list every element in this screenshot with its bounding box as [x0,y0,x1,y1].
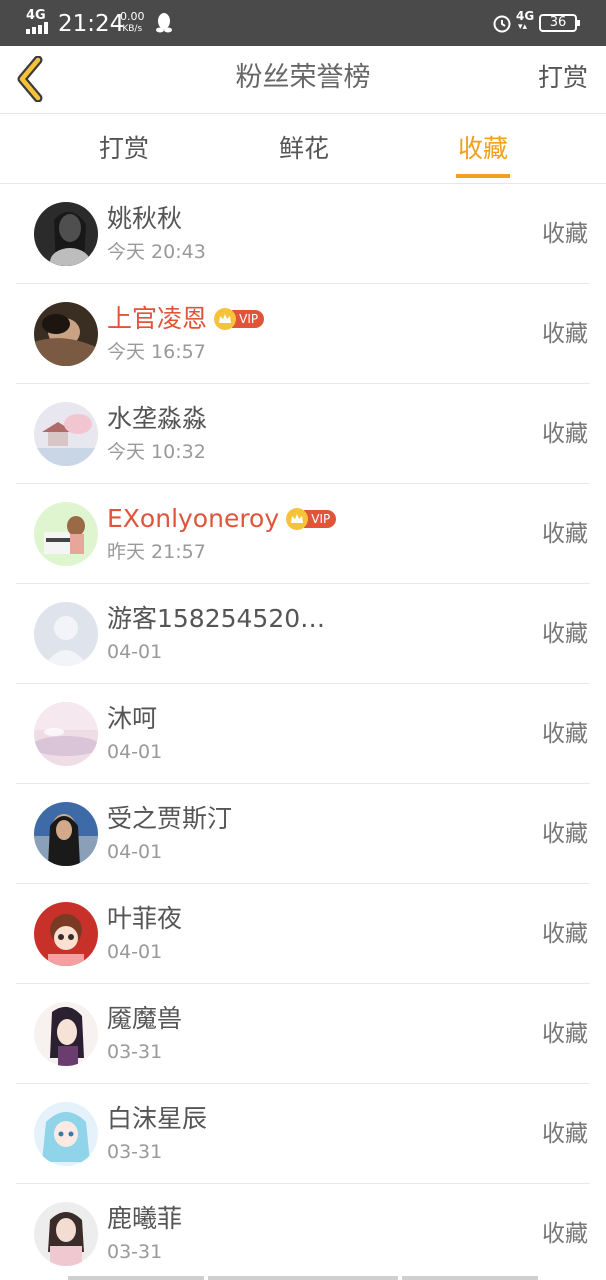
avatar [34,802,98,866]
name-line: 叶菲夜 [107,902,182,936]
user-name[interactable]: 鹿曦菲 [107,1202,182,1236]
list-item[interactable]: 上官凌恩 VIP 今天 16:57 收藏 [16,284,590,384]
list-item[interactable]: 鹿曦菲 03-31 收藏 [16,1184,590,1280]
name-line: 游客158254520… [107,602,325,636]
timestamp: 03-31 [107,1141,163,1163]
list-item[interactable]: 白沫星辰 03-31 收藏 [16,1084,590,1184]
action-label: 收藏 [542,621,588,647]
crown-icon [286,508,309,530]
default-avatar-icon [34,602,98,666]
user-name[interactable]: 叶菲夜 [107,902,182,936]
list-item[interactable]: 魇魔兽 03-31 收藏 [16,984,590,1084]
action-label: 收藏 [542,1021,588,1047]
title-bar: 粉丝荣誉榜 打赏 [0,46,606,114]
user-name[interactable]: 沐呵 [107,702,157,736]
tab-reward[interactable]: 打赏 [90,133,158,165]
avatar [34,502,98,566]
crown-icon [214,308,237,330]
user-name[interactable]: 上官凌恩 [107,302,207,336]
list-item[interactable]: 游客158254520… 04-01 收藏 [16,584,590,684]
timestamp: 04-01 [107,641,163,663]
avatar [34,902,98,966]
list-item[interactable]: 受之贾斯汀 04-01 收藏 [16,784,590,884]
action-label: 收藏 [542,321,588,347]
timestamp: 今天 10:32 [107,441,206,463]
clock: 21:24 [58,11,125,37]
list-item[interactable]: 沐呵 04-01 收藏 [16,684,590,784]
avatar [34,1002,98,1066]
user-name[interactable]: 水垄淼淼 [107,402,207,436]
name-line: 水垄淼淼 [107,402,207,436]
vip-label: VIP [232,310,265,328]
name-line: 上官凌恩 VIP [107,302,265,336]
list-item[interactable]: EXonlyoneroy VIP 昨天 21:57 收藏 [16,484,590,584]
name-line: 魇魔兽 [107,1002,182,1036]
avatar [34,1102,98,1166]
action-label: 收藏 [542,521,588,547]
timestamp: 03-31 [107,1041,163,1063]
avatar [34,302,98,366]
avatar [34,1202,98,1266]
name-line: 鹿曦菲 [107,1202,182,1236]
speed-unit: KB/s [122,24,143,34]
action-label: 收藏 [542,821,588,847]
timestamp: 04-01 [107,741,163,763]
action-label: 收藏 [542,1121,588,1147]
action-label: 收藏 [542,221,588,247]
tab-bar: 打赏 鲜花 收藏 [0,115,606,184]
battery-indicator: 36 [539,14,580,32]
name-line: 姚秋秋 [107,202,182,236]
bottom-edge-bar [68,1276,204,1280]
tab-favorites[interactable]: 收藏 [450,133,516,165]
action-label: 收藏 [542,921,588,947]
network-type-secondary: 4G [516,9,535,23]
timestamp: 03-31 [107,1241,163,1263]
network-type: 4G [26,8,46,23]
data-arrows-icon: ▾▴ [518,22,528,32]
user-name[interactable]: 魇魔兽 [107,1002,182,1036]
qq-penguin-icon [156,13,172,33]
timestamp: 04-01 [107,941,163,963]
fan-list: 姚秋秋 今天 20:43 收藏 上官凌恩 VIP 今天 16:57 收藏 水垄淼… [0,184,606,1280]
timestamp: 04-01 [107,841,163,863]
avatar [34,202,98,266]
speed-value: 0.00 [120,10,145,23]
vip-badge: VIP [286,508,337,530]
list-item[interactable]: 水垄淼淼 今天 10:32 收藏 [16,384,590,484]
timestamp: 昨天 21:57 [107,541,206,563]
active-tab-indicator [456,174,510,178]
alarm-icon [493,15,511,33]
name-line: EXonlyoneroy VIP [107,502,337,536]
timestamp: 今天 16:57 [107,341,206,363]
reward-button[interactable]: 打赏 [538,60,588,96]
page-title: 粉丝荣誉榜 [235,62,371,93]
bottom-edge-bar [402,1276,538,1280]
user-name[interactable]: EXonlyoneroy [107,502,279,536]
name-line: 受之贾斯汀 [107,802,232,836]
user-name[interactable]: 游客158254520… [107,602,325,636]
user-name[interactable]: 白沫星辰 [107,1102,207,1136]
avatar [34,402,98,466]
vip-label: VIP [304,510,337,528]
signal-icon [26,22,52,34]
network-speed: 0.00 KB/s [120,11,145,35]
avatar [34,702,98,766]
list-item[interactable]: 姚秋秋 今天 20:43 收藏 [16,184,590,284]
user-name[interactable]: 姚秋秋 [107,202,182,236]
action-label: 收藏 [542,721,588,747]
action-label: 收藏 [542,421,588,447]
vip-badge: VIP [214,308,265,330]
timestamp: 今天 20:43 [107,241,206,263]
bottom-edge-bar [208,1276,398,1280]
user-name[interactable]: 受之贾斯汀 [107,802,232,836]
name-line: 白沫星辰 [107,1102,207,1136]
action-label: 收藏 [542,1221,588,1247]
list-item[interactable]: 叶菲夜 04-01 收藏 [16,884,590,984]
status-bar: 4G 21:24 0.00 KB/s 4G ▾▴ 36 [0,0,606,46]
name-line: 沐呵 [107,702,157,736]
tab-flowers[interactable]: 鲜花 [270,133,338,165]
